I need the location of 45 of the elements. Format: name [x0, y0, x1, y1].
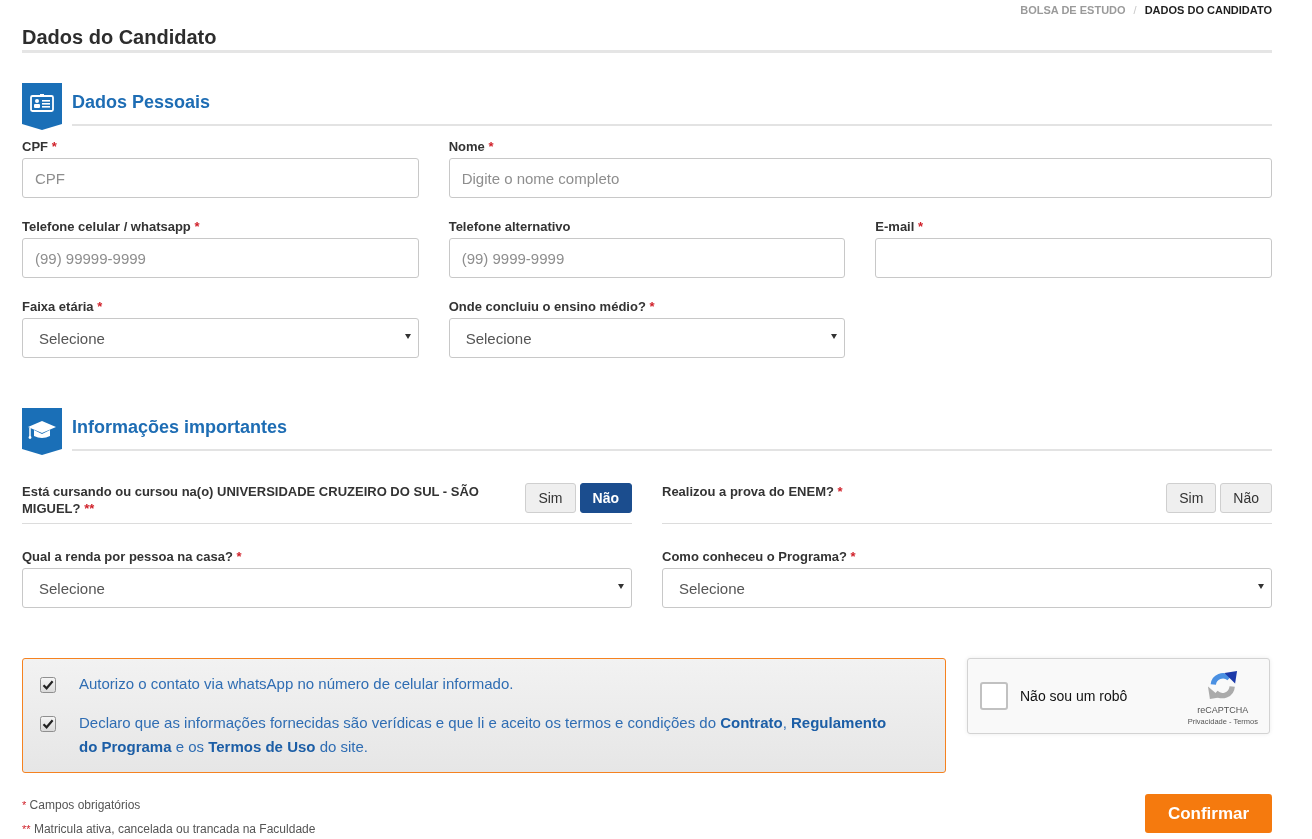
input-field[interactable] — [875, 238, 1272, 278]
section-title: Dados Pessoais — [72, 91, 211, 114]
option-button[interactable]: Não — [1220, 483, 1272, 513]
field-label: Qual a renda por pessoa na casa? * — [22, 549, 242, 565]
question-text: Está cursando ou cursou na(o) UNIVERSIDADE CRUZEIRO DO SUL - SÃO MIGUEL? ** — [22, 483, 480, 517]
breadcrumb-separator: / — [1133, 3, 1137, 18]
circular-arrows-icon — [1207, 669, 1239, 701]
dropdown-field[interactable]: Selecione — [448, 318, 846, 358]
field-label: Como conheceu o Programa? * — [662, 549, 856, 565]
option-button[interactable]: Não — [579, 483, 632, 513]
dropdown-field[interactable]: Selecione — [22, 568, 632, 608]
input-field[interactable]: (99) 99999-9999 — [22, 238, 419, 278]
section-title: Informações importantes — [72, 416, 288, 439]
option-button[interactable]: Sim — [525, 483, 576, 513]
field-label: Faixa etária * — [22, 299, 103, 315]
dropdown-field[interactable]: Selecione — [662, 568, 1272, 608]
footnote: ** Matricula ativa, cancelada ou trancada na Faculdade — [22, 821, 316, 837]
page-title: Dados do Candidato — [22, 25, 217, 49]
field-label: Nome * — [448, 139, 494, 155]
field-label: CPF * — [22, 139, 57, 155]
captcha-label: Não sou um robô — [1020, 688, 1128, 704]
id-card-icon — [22, 83, 62, 130]
input-field[interactable]: Digite o nome completo — [448, 158, 1272, 198]
caret-icon — [618, 584, 624, 589]
footnote: * Campos obrigatórios — [22, 797, 142, 813]
graduation-cap-icon — [22, 408, 62, 455]
consent-text: Autorizo o contato via whatsApp no número de celular informado. — [79, 674, 514, 694]
dropdown-field[interactable]: Selecione — [22, 318, 419, 358]
field-label: Telefone celular / whatsapp * — [22, 219, 200, 235]
caret-icon — [831, 334, 838, 339]
consent-text: Declaro que as informações fornecidas são verídicas e que li e aceito os termos e condições do Contrato, Regulamento do Programa e os Termos de Uso do site. — [79, 713, 888, 757]
caret-icon — [1258, 584, 1264, 589]
input-field[interactable]: CPF — [22, 158, 419, 198]
field-label: Telefone alternativo — [448, 219, 571, 235]
question-text: Realizou a prova do ENEM? * — [662, 483, 844, 500]
captcha-checkbox[interactable] — [980, 682, 1008, 710]
checkbox[interactable] — [40, 677, 56, 693]
checkbox[interactable] — [40, 716, 56, 732]
captcha-brand-text: reCAPTCHA — [1197, 704, 1249, 716]
input-field[interactable]: (99) 9999-9999 — [448, 238, 846, 278]
option-button[interactable]: Sim — [1166, 483, 1217, 513]
field-label: Onde concluiu o ensino médio? * — [448, 299, 655, 315]
breadcrumb-current: DADOS DO CANDIDATO — [1144, 3, 1272, 18]
field-label: E-mail * — [875, 219, 924, 235]
caret-icon — [404, 334, 411, 339]
